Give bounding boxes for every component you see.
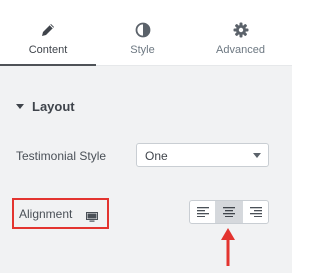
editor-tabs: Content Style Advanced <box>0 0 292 66</box>
align-left-icon <box>197 207 209 217</box>
tab-content-label: Content <box>28 44 68 56</box>
align-right-icon <box>250 207 262 217</box>
annotation-arrow-icon <box>221 228 235 266</box>
alignment-highlight-box: Alignment <box>12 198 109 229</box>
pencil-icon <box>40 22 56 38</box>
tab-content[interactable]: Content <box>0 0 96 66</box>
dropdown-arrow-icon <box>253 153 261 158</box>
tab-advanced[interactable]: Advanced <box>189 0 292 66</box>
tab-advanced-label: Advanced <box>216 44 265 56</box>
align-center-button[interactable] <box>216 201 243 223</box>
align-left-button[interactable] <box>190 201 216 223</box>
testimonial-style-label: Testimonial Style <box>16 149 107 163</box>
tab-style[interactable]: Style <box>96 0 189 66</box>
gear-icon <box>233 22 249 38</box>
testimonial-style-select[interactable]: One <box>136 143 269 167</box>
desktop-icon[interactable] <box>86 209 98 222</box>
section-layout-toggle[interactable]: Layout <box>16 99 75 114</box>
section-title: Layout <box>32 99 75 114</box>
half-circle-icon <box>135 22 151 38</box>
alignment-button-group <box>189 200 269 224</box>
testimonial-style-value: One <box>145 149 168 163</box>
tab-style-label: Style <box>130 44 155 56</box>
align-right-button[interactable] <box>243 201 268 223</box>
align-center-icon <box>223 207 235 217</box>
settings-panel: Layout Testimonial Style One Alignment <box>0 66 292 273</box>
caret-down-icon <box>16 104 24 109</box>
alignment-label: Alignment <box>19 207 73 221</box>
